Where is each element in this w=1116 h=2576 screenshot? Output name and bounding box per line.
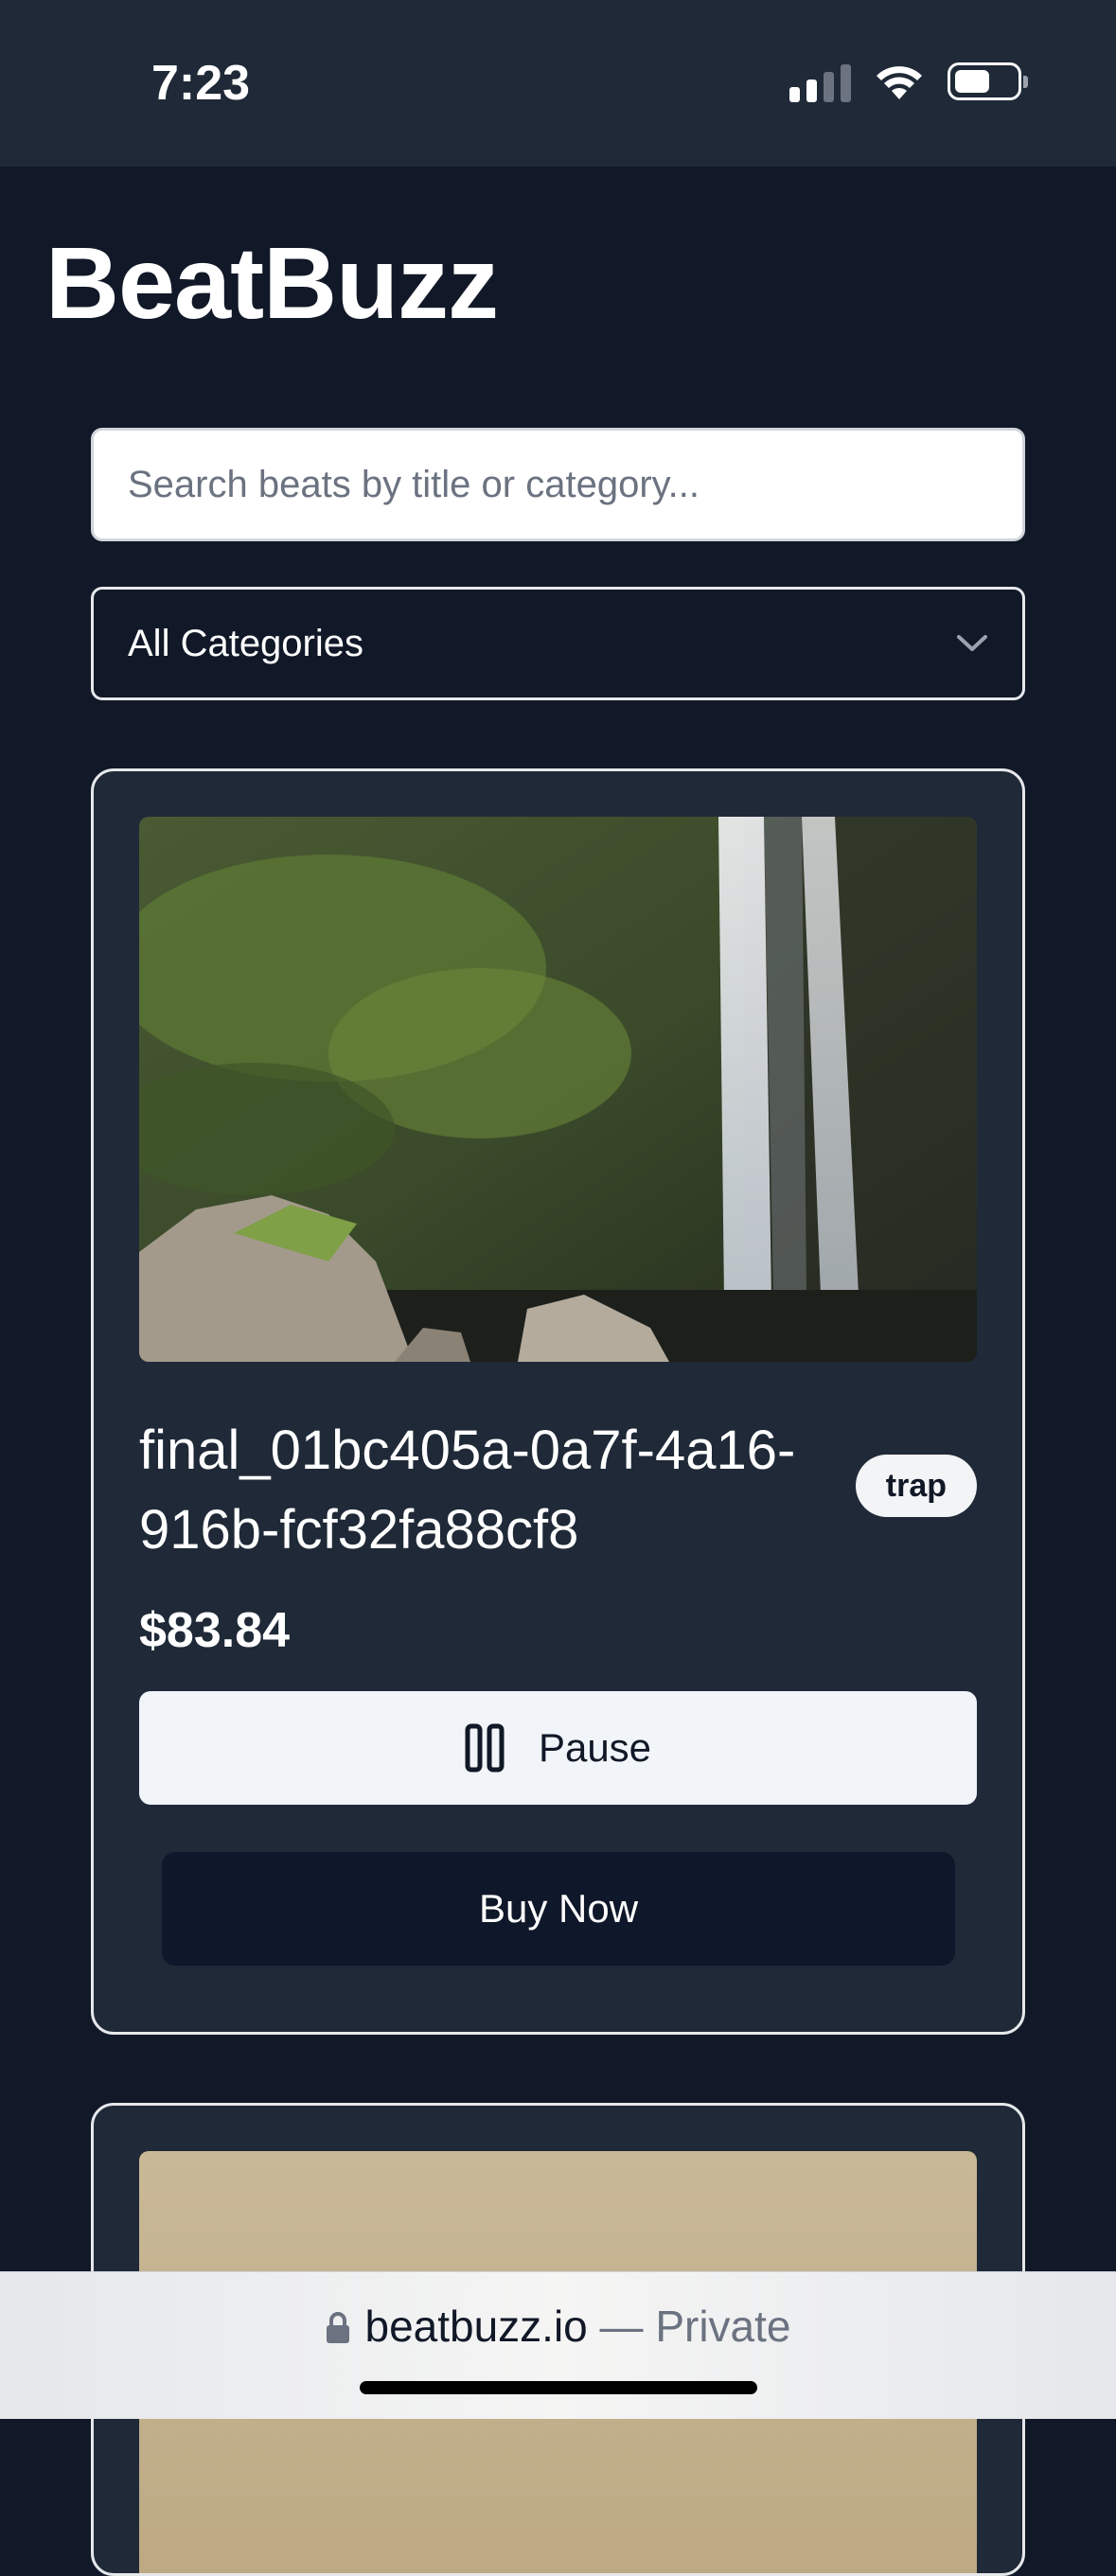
search-input[interactable] bbox=[91, 428, 1025, 541]
url-separator: — bbox=[587, 2302, 656, 2351]
signal-icon bbox=[789, 61, 851, 102]
pause-button-label: Pause bbox=[538, 1725, 652, 1770]
wifi-icon bbox=[877, 66, 922, 99]
url-private-label: Private bbox=[655, 2302, 791, 2351]
beat-cover-image bbox=[139, 817, 977, 1362]
url-text: beatbuzz.io — Private bbox=[0, 2301, 1116, 2352]
battery-icon bbox=[948, 62, 1028, 100]
app-title: BeatBuzz bbox=[45, 225, 499, 340]
buy-now-label: Buy Now bbox=[478, 1886, 639, 1931]
category-select-value: All Categories bbox=[128, 622, 364, 664]
browser-url-bar[interactable]: beatbuzz.io — Private bbox=[0, 2271, 1116, 2419]
category-badge: trap bbox=[855, 1455, 977, 1517]
buy-now-button[interactable]: Buy Now bbox=[162, 1852, 955, 1966]
beat-card: final_01bc405a-0a7f-4a16-916b-fcf32fa88c… bbox=[91, 768, 1025, 2035]
chevron-down-icon bbox=[957, 635, 987, 651]
url-domain: beatbuzz.io bbox=[364, 2302, 588, 2351]
pause-icon bbox=[465, 1723, 505, 1773]
home-indicator[interactable] bbox=[360, 2381, 757, 2394]
status-time: 7:23 bbox=[151, 56, 251, 111]
status-bar: 7:23 bbox=[0, 0, 1116, 167]
beat-price: $83.84 bbox=[139, 1603, 291, 1658]
pause-button[interactable]: Pause bbox=[139, 1691, 977, 1805]
status-icons bbox=[789, 61, 1028, 102]
category-select[interactable]: All Categories bbox=[91, 587, 1025, 700]
lock-icon bbox=[327, 2312, 350, 2343]
beat-title: final_01bc405a-0a7f-4a16-916b-fcf32fa88c… bbox=[139, 1420, 796, 1561]
